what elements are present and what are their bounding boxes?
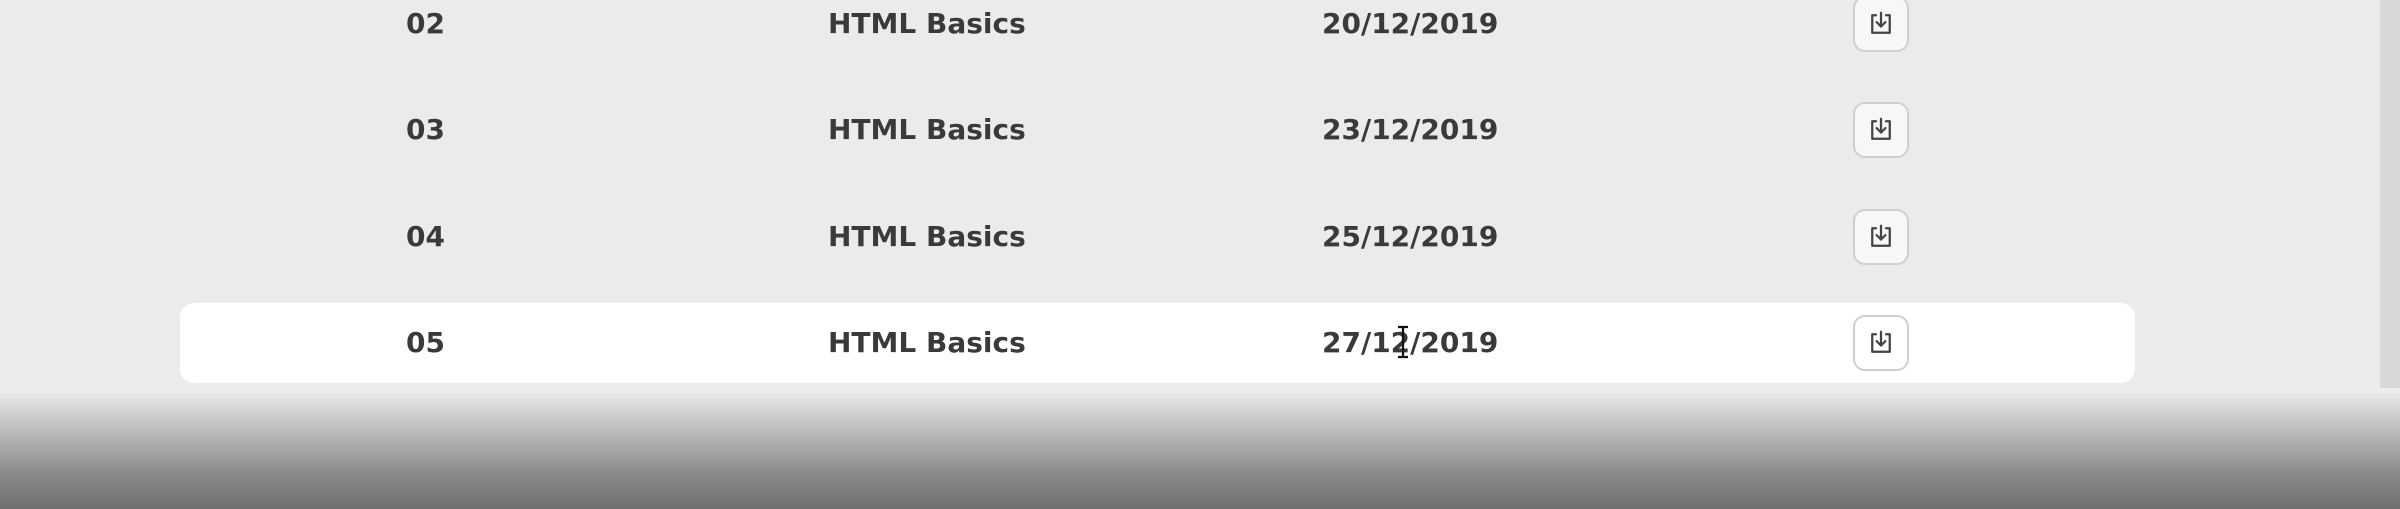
lesson-date: 25/12/2019 bbox=[1322, 220, 1499, 253]
download-button[interactable] bbox=[1853, 0, 1909, 52]
bottom-fade-overlay bbox=[0, 388, 2400, 509]
text-cursor-icon bbox=[1398, 325, 1408, 359]
table-row: 03 HTML Basics 23/12/2019 bbox=[180, 90, 2135, 170]
lesson-course: HTML Basics bbox=[828, 326, 1026, 359]
lesson-number: 05 bbox=[406, 326, 445, 359]
download-icon bbox=[1871, 117, 1891, 140]
download-button[interactable] bbox=[1853, 209, 1909, 265]
lesson-number: 03 bbox=[406, 113, 445, 146]
lesson-date: 23/12/2019 bbox=[1322, 113, 1499, 146]
lesson-course: HTML Basics bbox=[828, 220, 1026, 253]
download-button[interactable] bbox=[1853, 102, 1909, 158]
lesson-date: 27/12/2019 bbox=[1322, 326, 1499, 359]
lessons-page: 02 HTML Basics 20/12/2019 03 HTML Basics… bbox=[0, 0, 2400, 509]
download-icon bbox=[1871, 330, 1891, 353]
table-row: 04 HTML Basics 25/12/2019 bbox=[180, 197, 2135, 277]
lesson-number: 04 bbox=[406, 220, 445, 253]
lesson-course: HTML Basics bbox=[828, 113, 1026, 146]
lesson-number: 02 bbox=[406, 7, 445, 40]
download-icon bbox=[1871, 224, 1891, 247]
table-row: 02 HTML Basics 20/12/2019 bbox=[180, 0, 2135, 64]
lesson-date: 20/12/2019 bbox=[1322, 7, 1499, 40]
download-icon bbox=[1871, 11, 1891, 34]
download-button[interactable] bbox=[1853, 315, 1909, 371]
lesson-course: HTML Basics bbox=[828, 7, 1026, 40]
table-row-highlighted: 05 HTML Basics 27/12/2019 bbox=[180, 303, 2135, 383]
